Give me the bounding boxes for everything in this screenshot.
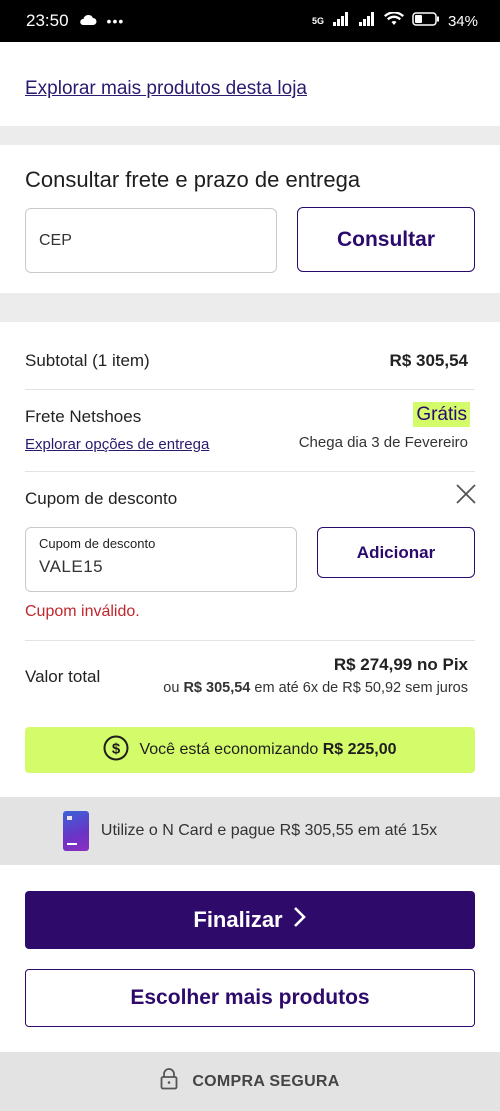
coupon-input[interactable]: Cupom de desconto VALE15 (25, 527, 297, 592)
coupon-title: Cupom de desconto (25, 489, 178, 508)
battery-icon (412, 12, 440, 30)
cep-placeholder: CEP (39, 231, 72, 249)
freight-value: Grátis (413, 402, 470, 427)
signal-icon (332, 12, 350, 30)
freight-label: Frete Netshoes (25, 407, 142, 426)
choose-more-products-label: Escolher mais produtos (130, 986, 370, 1009)
total-alt-value: R$ 305,54 (183, 680, 251, 696)
ncard-promo[interactable]: Utilize o N Card e pague R$ 305,55 em at… (0, 797, 500, 865)
delivery-options-link[interactable]: Explorar opções de entrega (25, 436, 209, 453)
savings-value: R$ 225,00 (322, 741, 397, 758)
wifi-icon (383, 11, 404, 30)
ncard-image (62, 811, 89, 851)
total-installments: ou R$ 305,54 em até 6x de R$ 50,92 sem j… (163, 680, 468, 696)
clock: 23:50 (26, 11, 69, 30)
total-alt-suffix: em até 6x de R$ 50,92 sem juros (254, 680, 468, 696)
subtotal-label: Subtotal (1 item) (25, 351, 150, 370)
savings-label: Você está economizando (139, 741, 319, 758)
cep-input[interactable]: CEP (25, 208, 277, 273)
dollar-icon: $ (103, 735, 129, 766)
total-pix-value: R$ 274,99 no Pix (333, 655, 468, 674)
cloud-icon (79, 11, 97, 31)
svg-text:$: $ (112, 740, 121, 757)
divider (25, 640, 475, 641)
ncard-text: Utilize o N Card e pague R$ 305,55 em at… (100, 822, 438, 839)
consult-button[interactable]: Consultar (297, 207, 475, 272)
finalize-label: Finalizar (193, 907, 283, 932)
free-badge: Grátis (413, 402, 470, 427)
subtotal-value: R$ 305,54 (389, 351, 468, 370)
store-link-card: Explorar mais produtos desta loja (0, 42, 500, 126)
choose-more-products-button[interactable]: Escolher mais produtos (25, 969, 475, 1027)
status-bar: 23:50 ••• 5G 34% (0, 0, 500, 42)
add-coupon-label: Adicionar (356, 542, 436, 562)
divider (25, 389, 475, 390)
add-coupon-button[interactable]: Adicionar (317, 527, 475, 578)
coupon-error-message: Cupom inválido. (25, 603, 140, 620)
secure-purchase-label: COMPRA SEGURA (192, 1072, 340, 1090)
battery-level: 34% (447, 12, 478, 30)
network-type: 5G (311, 16, 324, 26)
signal-icon-2 (358, 12, 376, 30)
divider (25, 471, 475, 472)
total-label: Valor total (25, 667, 101, 686)
coupon-field-value: VALE15 (39, 557, 104, 576)
total-alt-prefix: ou (163, 680, 180, 696)
savings-banner: $ Você está economizando R$ 225,00 (25, 727, 475, 773)
chevron-right-icon (293, 906, 307, 934)
close-coupon-icon[interactable] (455, 483, 477, 505)
more-notifications-icon: ••• (106, 13, 125, 29)
explore-store-link[interactable]: Explorar mais produtos desta loja (25, 78, 307, 100)
consult-label: Consultar (336, 227, 435, 251)
coupon-field-label: Cupom de desconto (39, 536, 156, 551)
savings-text: Você está economizando R$ 225,00 (139, 741, 396, 759)
finalize-button[interactable]: Finalizar (25, 891, 475, 949)
lock-icon (160, 1068, 178, 1095)
shipping-title: Consultar frete e prazo de entrega (25, 167, 361, 192)
secure-purchase-footer: COMPRA SEGURA (0, 1052, 500, 1111)
delivery-date: Chega dia 3 de Fevereiro (298, 434, 468, 451)
